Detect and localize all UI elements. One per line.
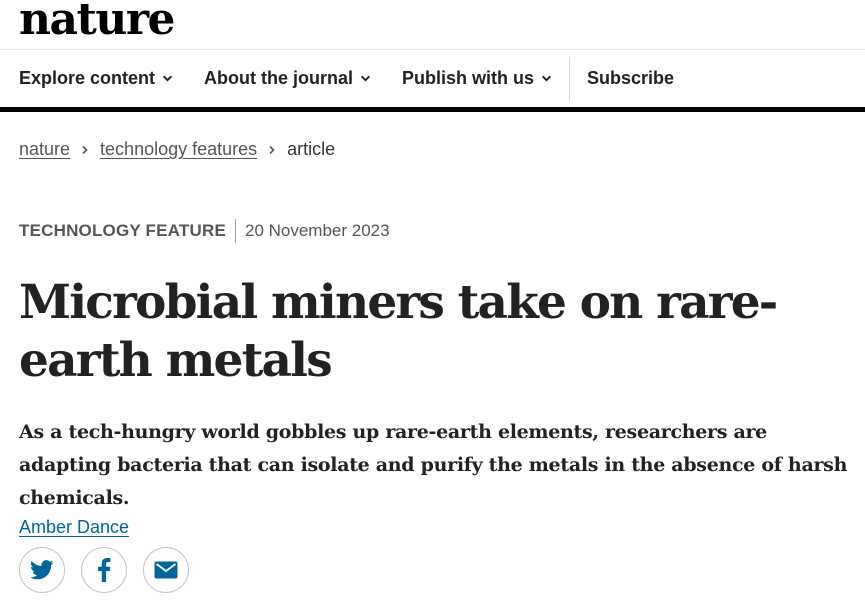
share-email-button[interactable] (143, 547, 189, 593)
subscribe-label: Subscribe (587, 68, 675, 88)
nav-explore-content[interactable]: Explore content (19, 68, 173, 89)
nav-publish-with-us-label: Publish with us (402, 68, 535, 88)
nav-divider (569, 56, 571, 101)
chevron-down-icon (360, 75, 371, 82)
article-title: Microbial miners take on rare-earth meta… (19, 275, 778, 388)
site-header: nature Explore content About the journal… (0, 0, 865, 112)
breadcrumb: nature technology features article (19, 139, 335, 160)
article-date: 20 November 2023 (244, 221, 390, 240)
share-twitter-button[interactable] (19, 547, 65, 593)
article-meta: TECHNOLOGY FEATURE 20 November 2023 (19, 219, 390, 243)
chevron-down-icon (541, 75, 552, 82)
nav-about-the-journal-label: About the journal (204, 68, 354, 88)
author-link[interactable]: Amber Dance (19, 517, 129, 538)
chevron-right-icon (269, 145, 275, 154)
email-icon (154, 561, 178, 579)
nav-explore-content-label: Explore content (19, 68, 156, 88)
breadcrumb-nature[interactable]: nature (19, 139, 70, 160)
share-facebook-button[interactable] (81, 547, 127, 593)
chevron-right-icon (82, 145, 88, 154)
chevron-down-icon (162, 75, 173, 82)
meta-divider (234, 219, 236, 243)
logo-bar: nature (0, 0, 865, 50)
nature-logo[interactable]: nature (19, 0, 176, 45)
nav-about-the-journal[interactable]: About the journal (204, 68, 371, 89)
share-buttons (19, 547, 189, 593)
subscribe-link[interactable]: Subscribe (587, 68, 674, 89)
breadcrumb-technology-features[interactable]: technology features (100, 139, 257, 160)
article-standfirst: As a tech-hungry world gobbles up rare-e… (19, 421, 848, 509)
article-type: TECHNOLOGY FEATURE (19, 221, 226, 240)
main-nav: Explore content About the journal Publis… (0, 50, 865, 112)
facebook-icon (98, 558, 111, 582)
nav-publish-with-us[interactable]: Publish with us (402, 68, 552, 89)
twitter-icon (30, 560, 54, 580)
breadcrumb-article: article (287, 139, 336, 159)
